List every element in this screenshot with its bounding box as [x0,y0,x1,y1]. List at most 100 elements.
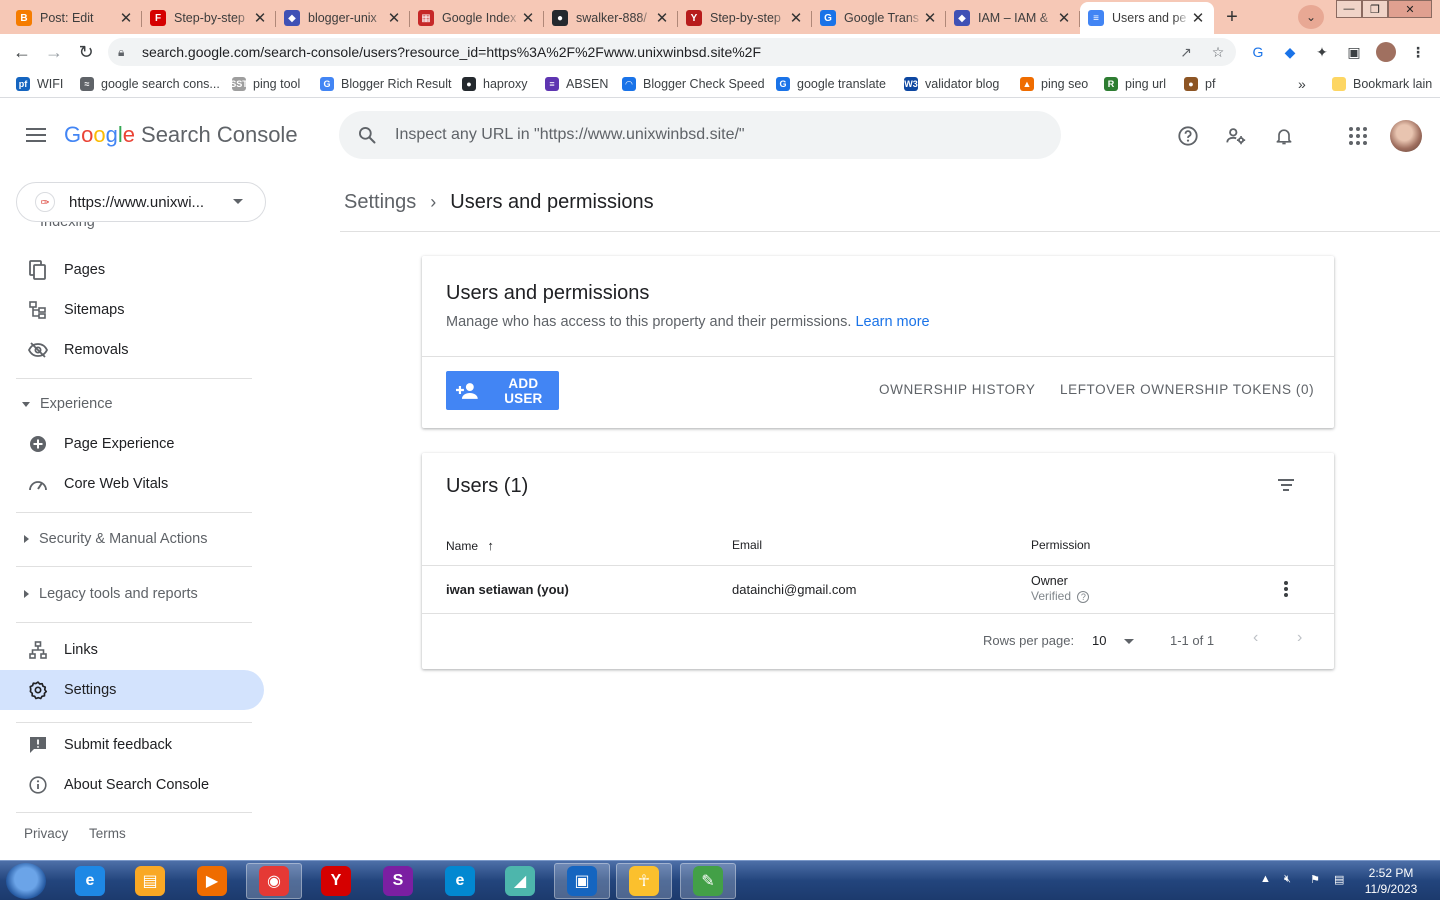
tab-close-icon[interactable]: ✕ [922,9,938,27]
sidebar-item-page-experience[interactable]: Page Experience [0,424,264,464]
help-circle-icon[interactable]: ? [1077,591,1090,603]
sidebar-item-about[interactable]: About Search Console [0,765,264,805]
sidebar-item-pages[interactable]: Pages [0,250,264,290]
help-icon[interactable] [1176,124,1200,148]
bookmark-item[interactable]: ◠ Blogger Check Speed [622,75,765,93]
tab-2[interactable]: ◆ blogger-unix ✕ [276,2,410,34]
taskbar-app-chrome[interactable]: ◉ [246,863,302,899]
tab-close-icon[interactable]: ✕ [1056,9,1072,27]
tab-8[interactable]: ≡ Users and pe ✕ [1080,2,1214,34]
bookmark-item[interactable]: pf WIFI [16,75,63,93]
tab-5[interactable]: Y Step-by-step ✕ [678,2,812,34]
taskbar-app-network[interactable]: ▣ [554,863,610,899]
reload-icon[interactable]: ↻ [74,40,98,64]
previous-page-chevron-icon[interactable]: ‹ [1253,629,1258,647]
terms-link[interactable]: Terms [89,826,126,841]
notifications-bell-icon[interactable] [1272,124,1296,148]
google-apps-icon[interactable] [1346,124,1370,148]
tab-close-icon[interactable]: ✕ [386,9,402,27]
bookmark-item[interactable]: SST ping tool [230,75,300,93]
tab-0[interactable]: B Post: Edit ✕ [8,2,142,34]
other-bookmarks-folder[interactable]: Bookmark lain [1332,75,1432,93]
flag-icon[interactable]: ⚑ [1310,873,1320,886]
bookmark-item[interactable]: W3 validator blog [904,75,999,93]
taskbar-app-media[interactable]: ▶ [184,863,240,899]
tab-close-icon[interactable]: ✕ [252,9,268,27]
add-user-button[interactable]: ADD USER [446,371,559,410]
main-menu-icon[interactable] [24,124,48,148]
learn-more-link[interactable]: Learn more [855,314,929,330]
sidebar-item-removals[interactable]: Removals [0,330,264,370]
tab-6[interactable]: G Google Trans ✕ [812,2,946,34]
tab-1[interactable]: F Step-by-step ✕ [142,2,276,34]
sidebar-item-submit-feedback[interactable]: Submit feedback [0,725,264,765]
side-panel-icon[interactable]: ▣ [1344,42,1364,62]
taskbar-app-yandex[interactable]: Y [308,863,364,899]
bookmark-item[interactable]: ● pf [1184,75,1215,93]
minimize-button[interactable]: — [1336,0,1362,18]
bookmark-item[interactable]: ≡ ABSEN [545,75,608,93]
bookmark-item[interactable]: ● haproxy [462,75,527,93]
system-clock[interactable]: 2:52 PM 11/9/2023 [1356,865,1426,897]
tab-close-icon[interactable]: ✕ [118,9,134,27]
sidebar-section-security[interactable]: Security & Manual Actions [0,519,207,559]
privacy-link[interactable]: Privacy [24,826,68,841]
sidebar-item-links[interactable]: Links [0,630,264,670]
sidebar-item-settings[interactable]: Settings [0,670,264,710]
sidebar-item-core-web-vitals[interactable]: Core Web Vitals [0,464,264,504]
taskbar-app-notes[interactable]: ◢ [492,863,548,899]
browser-menu-icon[interactable]: ⋮ [1408,42,1428,62]
address-bar[interactable]: 🔒︎ search.google.com/search-console/user… [108,38,1236,66]
extensions-puzzle-icon[interactable]: ✦ [1312,42,1332,62]
new-tab-button[interactable]: + [1219,5,1245,29]
translate-extension-icon[interactable]: G [1248,42,1268,62]
tab-close-icon[interactable]: ✕ [788,9,804,27]
bookmark-item[interactable]: Rping url [1104,75,1166,93]
tab-close-icon[interactable]: ✕ [654,9,670,27]
ownership-history-button[interactable]: OWNERSHIP HISTORY [879,382,1035,397]
share-icon[interactable]: ↗ [1176,42,1196,62]
tab-7[interactable]: ◆ IAM – IAM & ✕ [946,2,1080,34]
maximize-button[interactable]: ❐ [1362,0,1388,18]
tab-close-icon[interactable]: ✕ [1190,9,1206,27]
property-selector[interactable]: ✑ https://www.unixwi... [16,182,266,222]
next-page-chevron-icon[interactable]: › [1297,629,1302,647]
sidebar-item-sitemaps[interactable]: Sitemaps [0,290,264,330]
extension-diamond-icon[interactable]: ◆ [1280,42,1300,62]
forward-icon[interactable]: → [42,40,66,64]
taskbar-app-edge[interactable]: e [432,863,488,899]
rows-per-page-select[interactable]: 10 [1092,633,1135,648]
network-icon[interactable]: ▤ [1334,873,1344,886]
taskbar-app-ie[interactable]: e [62,863,118,899]
search-console-logo[interactable]: Google Search Console [64,122,298,148]
volume-muted-icon[interactable]: 🔇︎ [1284,873,1291,886]
profile-avatar[interactable] [1376,42,1396,62]
taskbar-app-explorer[interactable]: ▤ [122,863,178,899]
sidebar-section-experience[interactable]: Experience [0,384,113,424]
url-inspection-input[interactable] [395,126,1015,144]
breadcrumb-settings-link[interactable]: Settings [344,191,416,214]
taskbar-app-python[interactable]: ☥ [616,863,672,899]
bookmark-star-icon[interactable]: ☆ [1208,42,1228,62]
bookmark-item[interactable]: Ggoogle translate [776,75,886,93]
tab-search-button[interactable]: ⌄ [1298,5,1324,29]
tab-close-icon[interactable]: ✕ [520,9,536,27]
sidebar-section-indexing[interactable]: Indexing [0,222,95,234]
bookmark-item[interactable]: ≈ google search cons... [80,75,220,93]
bookmark-item[interactable]: ▲ ping seo [1020,75,1088,93]
start-button[interactable] [6,863,46,899]
bookmarks-overflow-icon[interactable]: » [1298,75,1306,93]
account-avatar[interactable] [1390,120,1422,152]
sidebar-section-legacy[interactable]: Legacy tools and reports [0,574,198,614]
more-options-icon[interactable] [1274,577,1298,601]
bookmark-item[interactable]: G Blogger Rich Result [320,75,451,93]
column-header-name[interactable]: Name ↑ [446,538,494,553]
leftover-ownership-tokens-button[interactable]: LEFTOVER OWNERSHIP TOKENS (0) [1060,382,1314,397]
back-icon[interactable]: ← [10,40,34,64]
tab-3[interactable]: ▦ Google Index ✕ [410,2,544,34]
close-window-button[interactable]: ✕ [1388,0,1432,18]
manage-users-icon[interactable] [1224,124,1248,148]
tray-expand-icon[interactable]: ▲ [1260,873,1271,885]
taskbar-app-paint[interactable]: ✎ [680,863,736,899]
url-inspection-search[interactable] [339,111,1061,159]
